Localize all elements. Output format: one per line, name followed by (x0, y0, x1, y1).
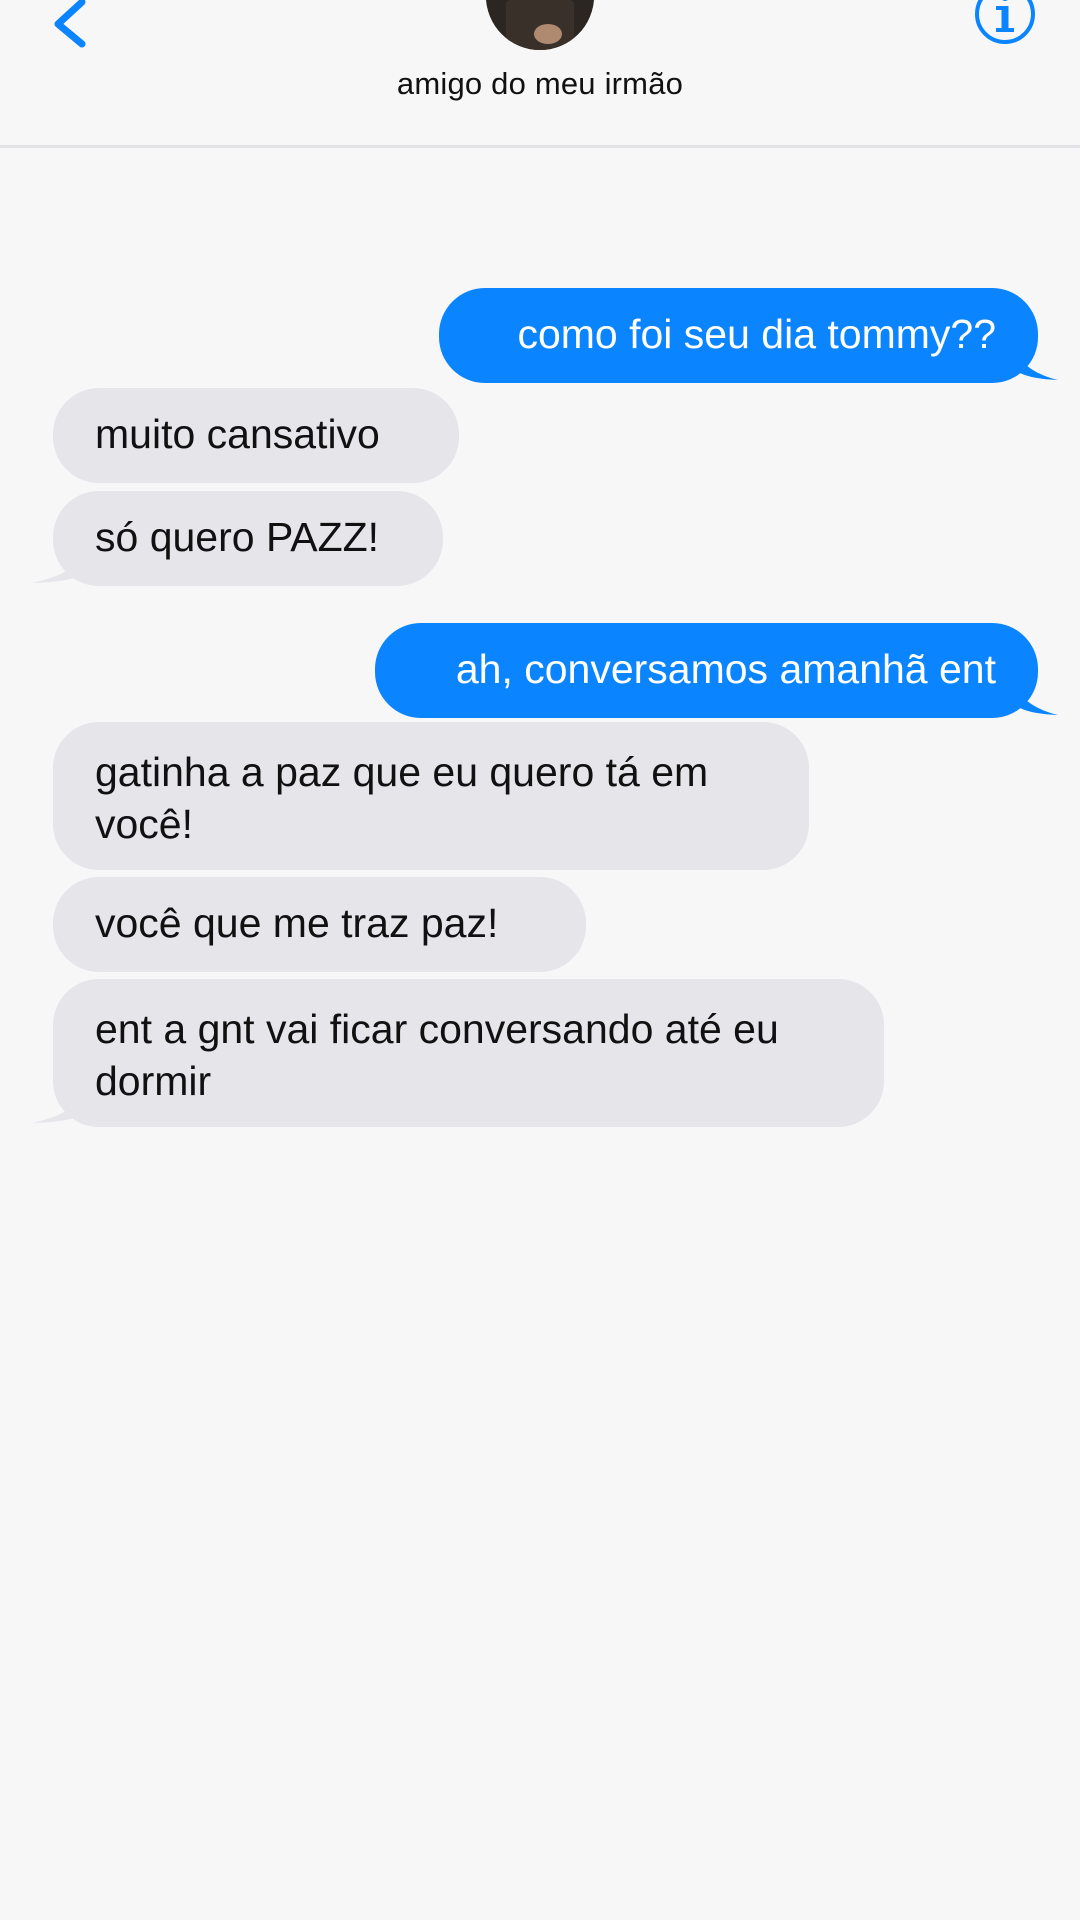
back-button[interactable] (46, 0, 96, 54)
received-bubble-tail (31, 1086, 87, 1123)
sent-bubble-tail (1012, 343, 1058, 380)
contact-avatar[interactable] (486, 0, 594, 50)
message-text: como foi seu dia tommy?? (517, 311, 996, 357)
contact-name[interactable]: amigo do meu irmão (0, 66, 1080, 102)
conversation-header: amigo do meu irmão (0, 0, 1080, 148)
message-bubble-received[interactable]: você que me traz paz! (53, 877, 586, 972)
message-bubble-sent[interactable]: como foi seu dia tommy?? (439, 288, 1038, 383)
sent-bubble-tail (1012, 678, 1058, 715)
message-text: só quero PAZZ! (95, 514, 380, 560)
message-text: ent a gnt vai ficar conversando até eu d… (95, 1006, 779, 1104)
received-bubble-tail (31, 546, 87, 583)
info-circle-icon (975, 0, 1035, 44)
message-bubble-received[interactable]: gatinha a paz que eu quero tá em você! (53, 722, 809, 870)
avatar-image (486, 0, 594, 50)
message-bubble-received[interactable]: muito cansativo (53, 388, 459, 483)
chevron-left-icon (54, 0, 86, 48)
info-button[interactable] (973, 0, 1037, 46)
message-text: você que me traz paz! (95, 900, 499, 946)
message-text: gatinha a paz que eu quero tá em você! (95, 749, 709, 847)
message-bubble-sent[interactable]: ah, conversamos amanhã ent (375, 623, 1038, 718)
message-bubble-received[interactable]: ent a gnt vai ficar conversando até eu d… (53, 979, 884, 1127)
message-text: ah, conversamos amanhã ent (455, 646, 996, 692)
message-text: muito cansativo (95, 411, 380, 457)
message-bubble-received[interactable]: só quero PAZZ! (53, 491, 443, 586)
